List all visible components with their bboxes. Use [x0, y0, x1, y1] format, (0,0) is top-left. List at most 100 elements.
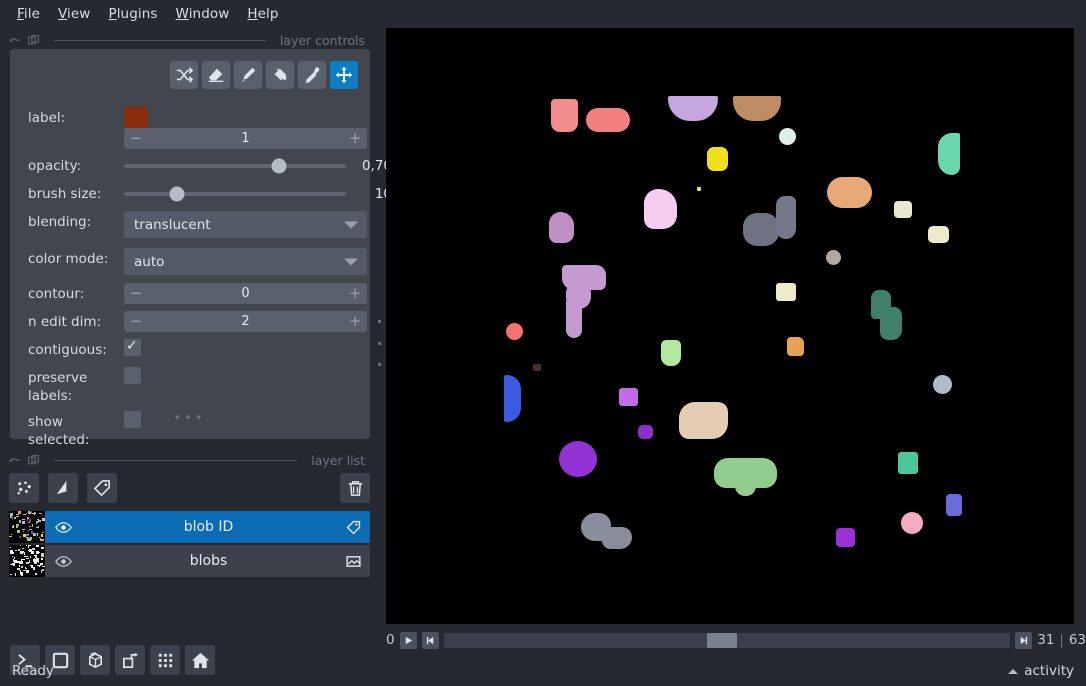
- undock-icon[interactable]: [27, 34, 40, 47]
- delete-layer-button[interactable]: [340, 473, 370, 503]
- points-icon: [17, 480, 31, 494]
- thumbnail-speck: [11, 534, 12, 535]
- layer-visibility-toggle[interactable]: [45, 521, 81, 534]
- brush-size-slider-handle[interactable]: [169, 186, 185, 202]
- n-edit-dim-stepper[interactable]: − 2 +: [124, 311, 367, 332]
- contour-row: contour: − 0 +: [28, 283, 367, 305]
- preserve-labels-checkbox[interactable]: [124, 367, 141, 384]
- play-button[interactable]: [399, 631, 417, 649]
- dim-current-value: 31: [1037, 632, 1055, 648]
- thumbnail-speck: [27, 534, 29, 535]
- menu-item-view[interactable]: View: [49, 3, 99, 25]
- eraser-tool[interactable]: [202, 61, 230, 89]
- menu-item-file[interactable]: File: [8, 3, 49, 25]
- thumbnail-speck: [21, 559, 22, 561]
- canvas-blob: [697, 187, 701, 191]
- layer-row-blobs[interactable]: blobs: [9, 545, 370, 577]
- label-color-swatch[interactable]: [124, 107, 148, 128]
- fill-bucket-tool[interactable]: [266, 61, 294, 89]
- canvas-blob: [743, 213, 779, 246]
- n-edit-dim-increment-button[interactable]: +: [343, 311, 367, 332]
- activity-toggle[interactable]: activity: [1008, 663, 1074, 679]
- label-decrement-button[interactable]: −: [124, 128, 148, 149]
- menu-item-view-rest: iew: [67, 5, 91, 22]
- menu-item-plugins[interactable]: Plugins: [99, 3, 166, 25]
- n-edit-dim-decrement-button[interactable]: −: [124, 311, 148, 332]
- contour-field-label: contour:: [28, 286, 85, 302]
- canvas-blob: [707, 147, 728, 171]
- menu-item-window-accel: W: [175, 5, 189, 22]
- step-back-button[interactable]: [421, 631, 439, 649]
- paint-brush-tool[interactable]: [234, 61, 262, 89]
- thumbnail-speck: [28, 511, 30, 514]
- thumbnail-speck: [20, 551, 23, 554]
- thumbnail-speck: [32, 524, 33, 527]
- vertical-splitter-handle[interactable]: [374, 320, 384, 366]
- color-mode-field-label: color mode:: [28, 251, 109, 267]
- image-icon: [345, 555, 361, 567]
- brush-size-field-control: 10: [124, 183, 392, 204]
- thumbnail-speck: [17, 530, 19, 533]
- canvas-blob: [668, 96, 718, 121]
- opacity-slider-handle[interactable]: [271, 158, 287, 174]
- chevron-down-icon: [344, 221, 358, 228]
- color-mode-select[interactable]: auto: [124, 248, 367, 275]
- new-points-layer-button[interactable]: [9, 473, 39, 503]
- thumbnail-speck: [19, 530, 20, 533]
- float-dock-icon[interactable]: [8, 34, 21, 47]
- thumbnail-speck: [15, 550, 17, 551]
- contour-stepper[interactable]: − 0 +: [124, 283, 367, 304]
- thumbnail-speck: [16, 514, 19, 515]
- thumbnail-speck: [29, 560, 30, 563]
- menu-item-window[interactable]: Window: [167, 3, 239, 25]
- opacity-slider[interactable]: [124, 158, 346, 174]
- label-stepper[interactable]: − 1 +: [124, 128, 367, 149]
- contour-decrement-button[interactable]: −: [124, 283, 148, 304]
- thumbnail-speck: [40, 563, 43, 565]
- shuffle-colors-tool[interactable]: [170, 61, 198, 89]
- undock-icon[interactable]: [27, 454, 40, 467]
- thumbnail-speck: [35, 533, 37, 534]
- color-picker-tool[interactable]: [298, 61, 326, 89]
- float-dock-icon[interactable]: [8, 454, 21, 467]
- layer-type-badge: [336, 519, 370, 536]
- contiguous-checkbox[interactable]: [124, 337, 141, 356]
- horizontal-splitter-handle[interactable]: •••: [0, 412, 379, 425]
- layer-name: blobs: [189, 553, 228, 569]
- label-increment-button[interactable]: +: [343, 128, 367, 149]
- trash-icon: [348, 480, 362, 496]
- color-mode-field-control: auto: [124, 248, 367, 275]
- pan-zoom-tool[interactable]: [330, 61, 358, 89]
- thumbnail-speck: [12, 556, 13, 557]
- blending-field-label: blending:: [28, 214, 92, 230]
- new-labels-layer-button[interactable]: [87, 473, 118, 503]
- picker-icon: [305, 67, 320, 84]
- thumbnail-speck: [38, 545, 39, 547]
- thumbnail-speck: [42, 566, 45, 567]
- activity-label: activity: [1024, 663, 1074, 679]
- thumbnail-speck: [36, 545, 38, 547]
- menu-item-view-accel: V: [58, 5, 68, 22]
- thumbnail-speck: [38, 520, 41, 522]
- status-message: Ready: [12, 663, 54, 679]
- thumbnail-speck: [24, 552, 25, 555]
- brush-size-slider[interactable]: [124, 186, 346, 202]
- thumbnail-speck: [42, 554, 44, 557]
- thumbnail-speck: [19, 520, 21, 523]
- thumbnail-speck: [15, 517, 16, 519]
- dimension-slider-handle[interactable]: [706, 632, 737, 648]
- canvas-blob: [506, 323, 523, 340]
- layer-visibility-toggle[interactable]: [45, 555, 81, 568]
- viewer-canvas[interactable]: [386, 28, 1074, 624]
- thumbnail-speck: [30, 556, 31, 558]
- dim-axis-label: 0: [386, 632, 395, 648]
- layer-row-blob-id[interactable]: blob ID: [9, 511, 370, 543]
- color-mode-row: color mode: auto: [28, 248, 367, 275]
- menu-item-help[interactable]: Help: [238, 3, 287, 25]
- dimension-slider-track[interactable]: [443, 632, 1011, 648]
- blending-select[interactable]: translucent: [124, 211, 367, 238]
- contour-increment-button[interactable]: +: [343, 283, 367, 304]
- step-forward-button[interactable]: [1015, 631, 1033, 649]
- step-back-icon: [426, 636, 433, 644]
- new-shapes-layer-button[interactable]: [48, 473, 79, 503]
